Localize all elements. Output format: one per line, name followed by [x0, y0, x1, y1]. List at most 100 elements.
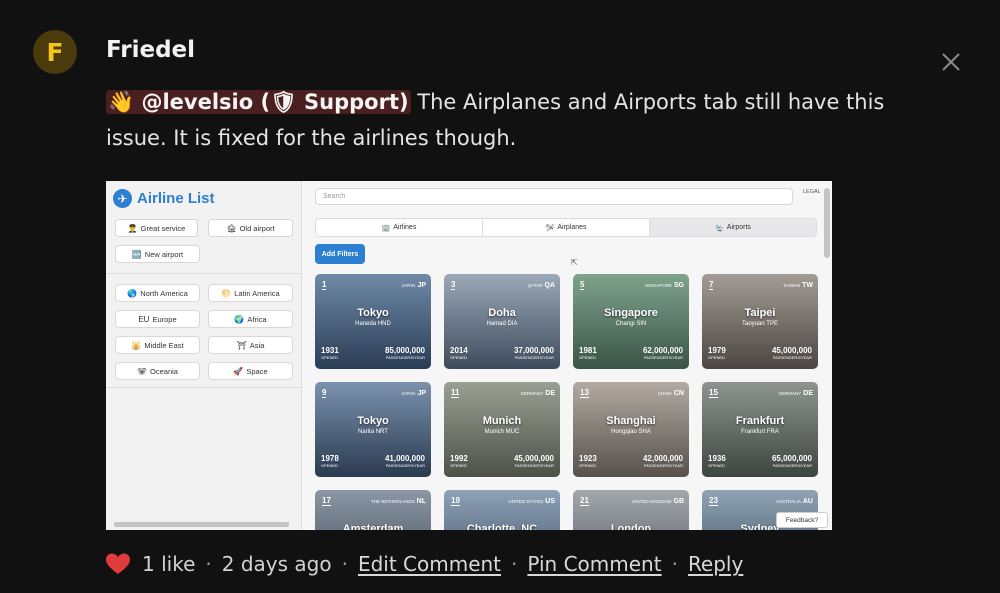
card-city: Tokyo [357, 307, 389, 319]
airport-card: 1 JAPAN JP Tokyo Haneda HND 1931 OPENED 85,000,… [315, 274, 431, 369]
card-airport-code: Frankfurt FRA [741, 429, 779, 435]
region-label: North America [140, 288, 188, 298]
card-country: AUSTRALIA AU [776, 498, 813, 505]
card-city: Taipei [744, 307, 776, 319]
card-country: GERMANY DE [779, 390, 814, 397]
card-country: CHINA CN [658, 390, 684, 397]
timestamp: 2 days ago [221, 552, 332, 576]
card-city: Tokyo [357, 415, 389, 427]
card-airport-code: Hamad DIA [486, 321, 518, 327]
country-code: AU [802, 498, 813, 505]
region-label: Latin America [234, 288, 280, 298]
card-airport-code: Narita NRT [358, 429, 388, 435]
region-chip: 🌕 Latin America [208, 284, 293, 302]
card-passengers: 42,000,000 [642, 454, 683, 463]
airport-card: 5 SINGAPORE SG Singapore Changi SIN 1981 OPENE… [573, 274, 689, 369]
pin-comment-link[interactable]: Pin Comment [527, 552, 661, 576]
add-filters-button: Add Filters [315, 244, 365, 264]
card-rank: 19 [451, 496, 460, 506]
card-passengers-label: PASSENGERS/YEAR [643, 463, 683, 468]
card-passengers-label: PASSENGERS/YEAR [514, 463, 554, 468]
logo-text: Airline List [137, 190, 215, 207]
country-name: GERMANY [520, 391, 544, 396]
card-opened-label: OPENED [450, 355, 467, 360]
edit-comment-link[interactable]: Edit Comment [358, 552, 501, 576]
avatar-letter: F [46, 37, 64, 67]
country-code: JP [417, 282, 426, 289]
card-opened-label: OPENED [708, 463, 725, 468]
card-opened-year: 1981 [579, 346, 597, 355]
card-country: JAPAN JP [401, 390, 426, 397]
card-city: Shanghai [606, 415, 656, 427]
card-country: SINGAPORE SG [645, 282, 684, 289]
card-opened-label: OPENED [321, 463, 338, 468]
sidebar-divider [106, 387, 302, 388]
region-chip: 🌎 North America [115, 284, 200, 302]
heart-icon[interactable] [106, 553, 130, 575]
sidebar-divider [106, 273, 302, 274]
airport-card: 11 GERMANY DE Munich Munich MUC 1992 OPENED 45,… [444, 382, 560, 477]
card-opened-label: OPENED [579, 463, 596, 468]
separator-dot: · [205, 552, 212, 576]
attached-screenshot[interactable]: ✈ Airline List 👨‍✈️ Great service 🏚 Old air… [106, 181, 832, 530]
card-passengers: 65,000,000 [771, 454, 812, 463]
card-rank: 15 [709, 388, 718, 398]
card-airport-code: Hongqiao SHA [611, 429, 651, 435]
country-code: TW [802, 282, 813, 289]
author-name[interactable]: Friedel [106, 37, 195, 63]
country-name: JAPAN [401, 283, 416, 288]
card-airport-code: Changi SIN [615, 321, 647, 327]
country-name: JAPAN [401, 391, 416, 396]
screenshot-sidebar: ✈ Airline List 👨‍✈️ Great service 🏚 Old air… [106, 181, 302, 530]
filter-icon: 🏚 [226, 223, 237, 233]
country-code: CN [673, 390, 684, 397]
country-name: QATAR [527, 283, 543, 288]
region-chip: 🐨 Oceania [115, 362, 200, 380]
feedback-button: Feedback? [776, 512, 828, 528]
avatar[interactable]: F [33, 30, 77, 74]
separator-dot: · [671, 552, 678, 576]
filter-icon: 👨‍✈️ [127, 223, 138, 233]
region-label: Asia [249, 340, 265, 350]
card-opened-label: OPENED [708, 355, 725, 360]
country-code: JP [417, 390, 426, 397]
region-chip: 🕌 Middle East [115, 336, 200, 354]
reply-link[interactable]: Reply [688, 552, 743, 576]
card-city: Frankfurt [735, 415, 785, 427]
card-country: GERMANY DE [521, 390, 556, 397]
card-opened-year: 1936 [708, 454, 726, 463]
filter-label: Old airport [239, 223, 275, 233]
card-rank: 5 [580, 280, 585, 290]
card-rank: 17 [322, 496, 331, 506]
card-passengers-label: PASSENGERS/YEAR [385, 355, 425, 360]
region-icon: 🚀 [233, 366, 244, 376]
card-country: QATAR QA [528, 282, 555, 289]
card-passengers: 45,000,000 [771, 346, 812, 355]
comment-footer: 1 like · 2 days ago · Edit Comment · Pin… [106, 549, 743, 579]
airport-card: 9 JAPAN JP Tokyo Narita NRT 1978 OPENED 41,000,… [315, 382, 431, 477]
comment-body: 👋 @levelsio (🛡 Support) The Airplanes an… [106, 84, 906, 156]
country-code: GB [673, 498, 685, 505]
card-city: Amsterdam [342, 523, 404, 530]
card-rank: 9 [322, 388, 327, 398]
card-country: UNITED KINGDOM GB [632, 498, 684, 505]
card-city: Singapore [604, 307, 658, 319]
filter-chip: 🆕 New airport [115, 245, 200, 263]
close-icon[interactable] [938, 49, 964, 75]
region-chip: 🌍 Africa [208, 310, 293, 328]
screenshot-tabs: 🏢 Airlines 🛩 Airplanes 🛬 Airports [315, 218, 817, 237]
horizontal-scrollbar [114, 522, 289, 527]
tab-airlines: 🏢 Airlines [316, 219, 483, 236]
region-label: Space [246, 366, 268, 376]
separator-dot: · [511, 552, 518, 576]
mention-tag[interactable]: 👋 @levelsio (🛡 Support) [106, 90, 411, 114]
card-city: Munich [482, 415, 522, 427]
country-name: THE NETHERLANDS [370, 499, 415, 504]
card-opened-year: 1979 [708, 346, 726, 355]
card-country: THE NETHERLANDS NL [371, 498, 426, 505]
region-chip: EU Europe [115, 310, 200, 328]
country-name: AUSTRALIA [775, 499, 801, 504]
card-rank: 3 [451, 280, 456, 290]
card-opened-label: OPENED [450, 463, 467, 468]
region-label: Middle East [144, 340, 184, 350]
